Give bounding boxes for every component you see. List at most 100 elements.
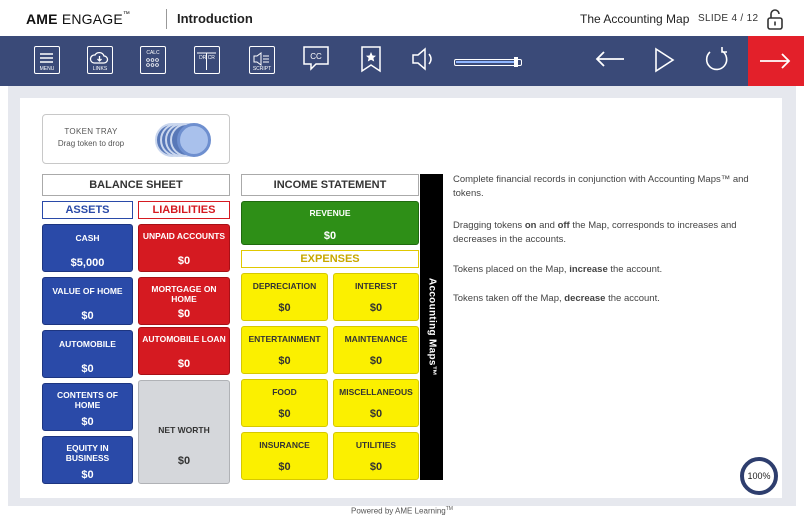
back-arrow-icon[interactable]	[594, 48, 626, 70]
account-label: CONTENTS OF HOME	[57, 390, 118, 410]
drcr-caption: DR CR	[199, 55, 215, 61]
token-tray-hint: Drag token to drop	[57, 139, 125, 148]
token-tray: TOKEN TRAY Drag token to drop	[42, 114, 230, 164]
instruction-emphasis: increase	[569, 264, 608, 275]
account-label: VALUE OF HOME	[52, 286, 123, 296]
asset-account-equity-in-business[interactable]: EQUITY IN BUSINESS $0	[42, 436, 133, 484]
account-amount: $0	[81, 363, 94, 375]
volume-slider-handle[interactable]	[514, 57, 518, 67]
asset-account-automobile[interactable]: AUTOMOBILE $0	[42, 330, 133, 378]
asset-account-contents-of-home[interactable]: CONTENTS OF HOME $0	[42, 383, 133, 431]
bookmark-icon[interactable]	[360, 44, 382, 74]
instruction-emphasis: off	[557, 220, 570, 231]
account-label: EQUITY IN BUSINESS	[65, 443, 110, 463]
cc-text: CC	[310, 52, 322, 61]
expense-account-food[interactable]: FOOD $0	[241, 379, 328, 427]
balance-sheet-header: BALANCE SHEET	[42, 174, 230, 196]
expense-account-miscellaneous[interactable]: MISCELLANEOUS $0	[333, 379, 419, 427]
instruction-text: Tokens taken off the Map,	[453, 293, 565, 304]
account-label: UTILITIES	[355, 440, 397, 450]
replay-icon[interactable]	[702, 46, 732, 74]
account-amount: $0	[323, 230, 337, 242]
expense-account-depreciation[interactable]: DEPRECIATION $0	[241, 273, 328, 321]
income-statement-header: INCOME STATEMENT	[241, 174, 419, 196]
account-amount: $0	[369, 302, 383, 314]
title-bar: AME ENGAGE™ Introduction The Accounting …	[0, 0, 804, 36]
account-label: NET WORTH	[158, 425, 210, 435]
forward-arrow-icon	[760, 53, 791, 69]
links-caption: LINKS	[92, 66, 108, 72]
account-amount: $5,000	[70, 257, 105, 269]
instruction-paragraph-4: Tokens taken off the Map, decrease the a…	[453, 292, 779, 306]
account-label: INSURANCE	[259, 440, 310, 450]
links-button[interactable]: LINKS	[87, 46, 113, 74]
account-amount: $0	[177, 455, 191, 467]
liabilities-header: LIABILITIES	[138, 201, 230, 219]
liability-account-mortgage-on-home[interactable]: MORTGAGE ON HOME $0	[138, 277, 230, 325]
volume-slider[interactable]	[454, 57, 522, 67]
toolbar	[0, 36, 804, 86]
play-icon[interactable]	[652, 46, 676, 74]
account-label: AUTOMOBILE LOAN	[142, 334, 226, 344]
expense-account-entertainment[interactable]: ENTERTAINMENT $0	[241, 326, 328, 374]
account-amount: $0	[278, 302, 291, 314]
zoom-level-button[interactable]: 100%	[740, 457, 778, 495]
footer-tm: TM	[445, 506, 453, 512]
instruction-paragraph-3: Tokens placed on the Map, increase the a…	[453, 263, 779, 277]
instruction-text: and	[536, 220, 558, 231]
ame-engage-logo: AME ENGAGE™	[26, 11, 130, 27]
account-label: REVENUE	[309, 208, 351, 218]
account-label: FOOD	[272, 387, 297, 397]
account-amount: $0	[278, 355, 291, 367]
expense-account-utilities[interactable]: UTILITIES $0	[333, 432, 419, 480]
account-amount: $0	[369, 408, 383, 420]
menu-button[interactable]: MENU	[34, 46, 60, 74]
token-coin[interactable]	[177, 123, 211, 157]
expense-account-insurance[interactable]: INSURANCE $0	[241, 432, 328, 480]
script-button[interactable]: SCRIPT	[249, 46, 275, 74]
instruction-text: the account.	[607, 264, 663, 275]
volume-icon[interactable]	[410, 46, 436, 72]
account-label: AUTOMOBILE	[59, 339, 116, 349]
unlock-icon[interactable]	[766, 8, 784, 30]
logo-tm: ™	[122, 11, 131, 18]
cloud-download-icon	[89, 51, 109, 64]
account-amount: $0	[369, 355, 383, 367]
calculator-button[interactable]: CALC	[140, 46, 166, 74]
footer: Powered by AME LearningTM	[0, 506, 804, 516]
instruction-emphasis: on	[524, 220, 537, 231]
token-tray-title: TOKEN TRAY	[64, 127, 118, 136]
expense-account-maintenance[interactable]: MAINTENANCE $0	[333, 326, 419, 374]
asset-account-cash[interactable]: CASH $5,000	[42, 224, 133, 272]
accounting-maps-bar: Accounting Maps™	[420, 174, 443, 480]
revenue-account[interactable]: REVENUE $0	[241, 201, 419, 245]
menu-caption: MENU	[39, 66, 55, 72]
account-amount: $0	[81, 416, 94, 428]
account-amount: $0	[278, 408, 291, 420]
account-amount: $0	[81, 469, 94, 481]
instruction-paragraph-2: Dragging tokens on and off the Map, corr…	[453, 219, 779, 247]
debit-credit-button[interactable]: DR CR	[194, 46, 220, 74]
map-title: The Accounting Map	[580, 12, 690, 26]
account-amount: $0	[369, 461, 383, 473]
footer-text: Powered by AME Learning	[351, 506, 446, 516]
expenses-header: EXPENSES	[241, 250, 419, 268]
page-title: Introduction	[177, 11, 253, 26]
closed-captions-icon[interactable]: CC	[302, 44, 330, 74]
instruction-text: Tokens placed on the Map,	[453, 264, 570, 275]
account-amount: $0	[177, 358, 191, 370]
net-worth-account[interactable]: NET WORTH $0	[138, 380, 230, 484]
account-amount: $0	[177, 308, 191, 320]
account-label: DEPRECIATION	[252, 281, 317, 291]
liability-account-unpaid-accounts[interactable]: UNPAID ACCOUNTS $0	[138, 224, 230, 272]
expense-account-interest[interactable]: INTEREST $0	[333, 273, 419, 321]
asset-account-value-of-home[interactable]: VALUE OF HOME $0	[42, 277, 133, 325]
instruction-text: the account.	[605, 293, 660, 304]
slide-indicator: SLIDE 4 / 12	[698, 13, 759, 24]
next-button[interactable]	[748, 36, 804, 86]
account-label: CASH	[75, 233, 100, 243]
title-divider	[166, 9, 167, 29]
liability-account-automobile-loan[interactable]: AUTOMOBILE LOAN $0	[138, 327, 230, 375]
instruction-text: Dragging tokens	[453, 220, 525, 231]
calculator-icon	[146, 58, 159, 67]
